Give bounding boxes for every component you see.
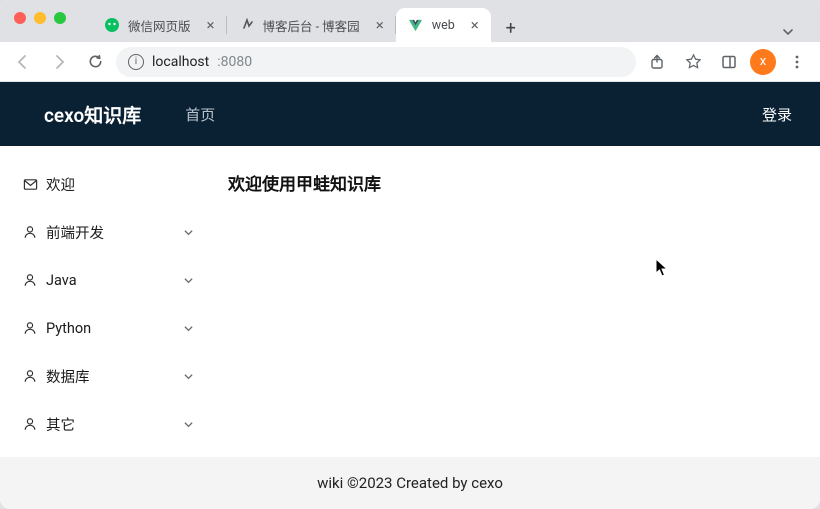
app-topnav: cexo知识库 首页 登录 <box>0 82 820 146</box>
back-button[interactable] <box>8 47 38 77</box>
address-bar[interactable]: i localhost :8080 <box>116 47 636 77</box>
reload-button[interactable] <box>80 47 110 77</box>
tab-close-icon[interactable]: × <box>207 18 215 33</box>
tab-overflow-button[interactable] <box>772 22 804 42</box>
sidebar-item-label: Python <box>46 320 91 337</box>
sidebar-item-label: Java <box>46 272 77 289</box>
chevron-down-icon <box>183 371 194 382</box>
user-icon <box>22 225 38 239</box>
browser-tab-active[interactable]: web × <box>396 8 491 42</box>
window-zoom-button[interactable] <box>54 12 66 24</box>
share-button[interactable] <box>642 47 672 77</box>
sidebar-item-frontend[interactable]: 前端开发 <box>0 208 212 256</box>
browser-tab-title: 微信网页版 <box>128 16 191 35</box>
user-icon <box>22 369 38 383</box>
side-panel-button[interactable] <box>714 47 744 77</box>
sidebar-item-label: 前端开发 <box>46 222 104 243</box>
sidebar-item-java[interactable]: Java <box>0 256 212 304</box>
user-icon <box>22 321 38 335</box>
sidebar-item-database[interactable]: 数据库 <box>0 352 212 400</box>
page-footer: wiki ©2023 Created by cexo <box>0 457 820 509</box>
site-info-icon[interactable]: i <box>128 54 144 70</box>
chevron-down-icon <box>183 275 194 286</box>
browser-tab-title: web <box>432 18 455 33</box>
chevron-down-icon <box>183 323 194 334</box>
nav-login-link[interactable]: 登录 <box>762 104 792 125</box>
new-tab-button[interactable]: + <box>497 14 525 42</box>
user-icon <box>22 273 38 287</box>
browser-tab-title: 博客后台 - 博客园 <box>263 16 360 35</box>
user-icon <box>22 417 38 431</box>
nav-home-link[interactable]: 首页 <box>185 104 215 125</box>
sidebar-item-label: 数据库 <box>46 366 90 387</box>
window-close-button[interactable] <box>14 12 26 24</box>
vue-icon <box>408 17 424 33</box>
sidebar-item-python[interactable]: Python <box>0 304 212 352</box>
browser-titlebar: 微信网页版 × 博客后台 - 博客园 × web × + <box>0 0 820 42</box>
browser-tab[interactable]: 博客后台 - 博客园 × <box>227 8 396 42</box>
browser-tabs: 微信网页版 × 博客后台 - 博客园 × web × + <box>92 0 820 42</box>
browser-menu-button[interactable] <box>782 47 812 77</box>
bookmark-button[interactable] <box>678 47 708 77</box>
browser-tab[interactable]: 微信网页版 × <box>92 8 227 42</box>
sidebar-item-label: 欢迎 <box>46 174 75 195</box>
forward-button[interactable] <box>44 47 74 77</box>
url-host: localhost <box>152 54 209 70</box>
sidebar: 欢迎 前端开发 Java Python <box>0 146 212 457</box>
page: cexo知识库 首页 登录 欢迎 前端开发 Java <box>0 82 820 509</box>
sidebar-item-label: 其它 <box>46 414 75 435</box>
profile-avatar[interactable]: x <box>750 49 776 75</box>
footer-text: wiki ©2023 Created by cexo <box>317 474 503 492</box>
main-content: 欢迎使用甲蛙知识库 <box>212 146 820 457</box>
brand-title[interactable]: cexo知识库 <box>44 101 141 128</box>
mail-icon <box>22 177 38 192</box>
sidebar-item-other[interactable]: 其它 <box>0 400 212 448</box>
wechat-icon <box>104 17 120 33</box>
window-controls <box>14 12 66 24</box>
chevron-down-icon <box>183 419 194 430</box>
browser-toolbar: i localhost :8080 x <box>0 42 820 82</box>
sidebar-item-welcome[interactable]: 欢迎 <box>0 160 212 208</box>
tab-close-icon[interactable]: × <box>471 18 479 33</box>
tab-close-icon[interactable]: × <box>376 18 384 33</box>
cnblogs-icon <box>239 17 255 33</box>
chevron-down-icon <box>183 227 194 238</box>
url-port: :8080 <box>217 54 252 70</box>
page-heading: 欢迎使用甲蛙知识库 <box>228 170 804 195</box>
window-minimize-button[interactable] <box>34 12 46 24</box>
